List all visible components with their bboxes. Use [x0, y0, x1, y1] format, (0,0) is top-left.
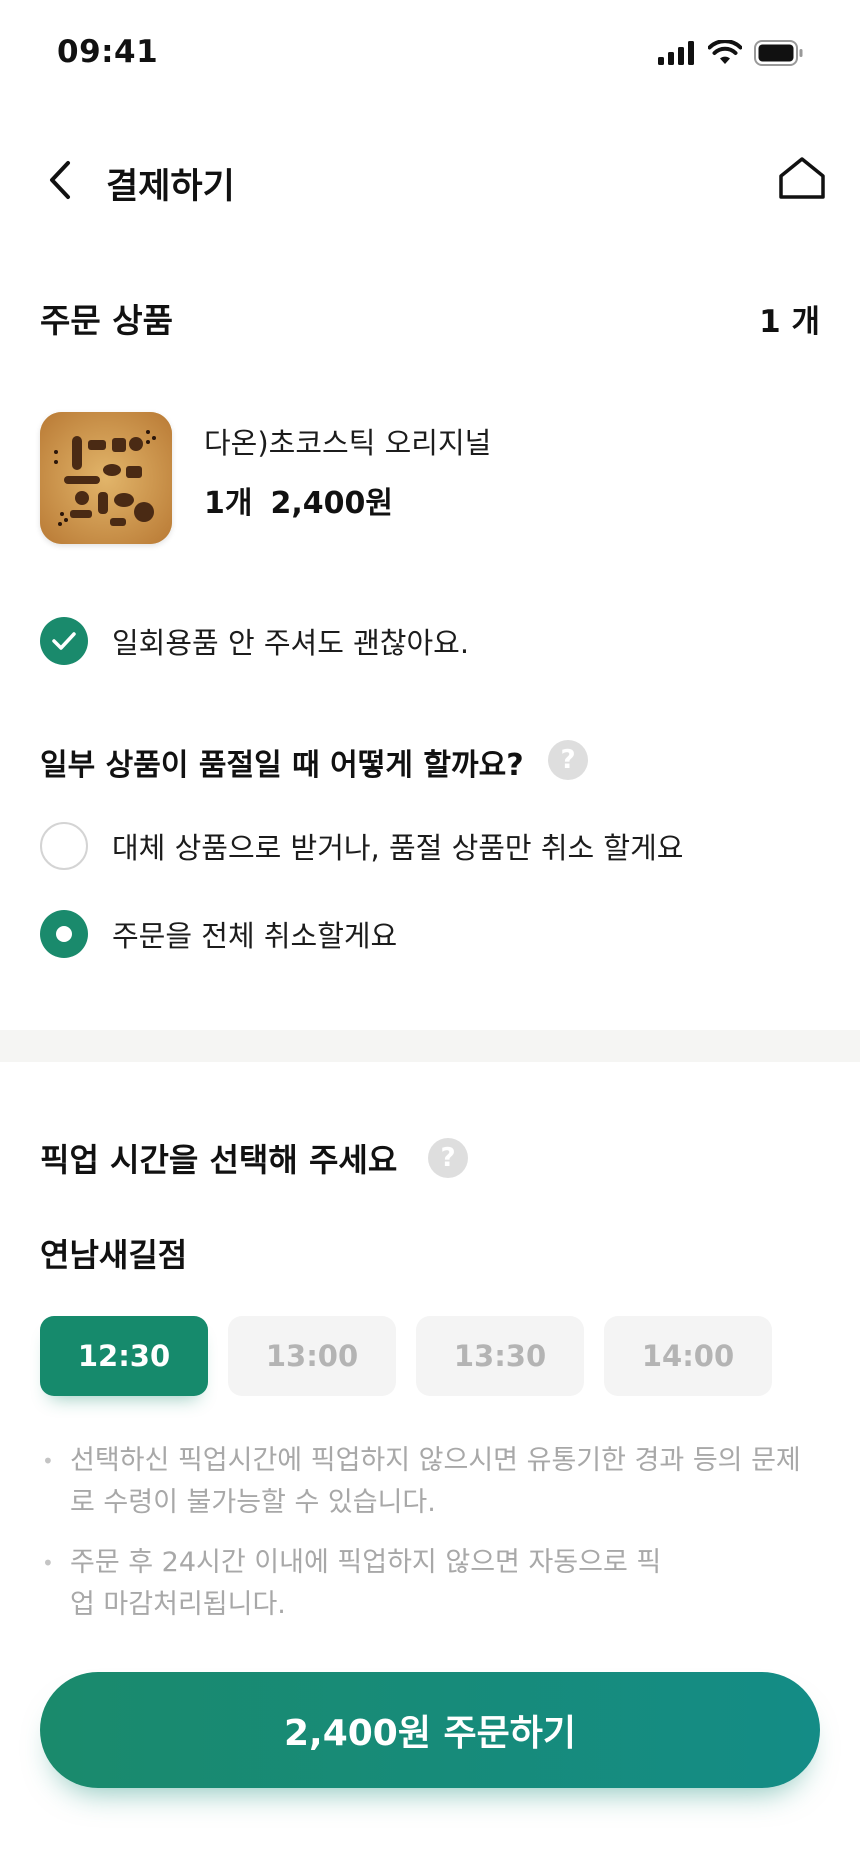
pickup-title: 픽업 시간을 선택해 주세요: [40, 1141, 398, 1179]
radio-unselected-icon: [40, 822, 88, 870]
pickup-note: 주문 후 24시간 이내에 픽업하지 않으면 자동으로 픽업 마감처리됩니다.: [40, 1542, 820, 1626]
time-slot[interactable]: 12:30: [40, 1316, 208, 1396]
wifi-icon: [708, 40, 742, 64]
product-qty: 1개: [204, 486, 253, 521]
sold-out-title: 일부 상품이 품절일 때 어떻게 할까요?: [40, 748, 524, 783]
time-slot[interactable]: 13:30: [416, 1316, 584, 1396]
time-slot-list: 12:30 13:00 13:30 14:00: [40, 1316, 772, 1396]
disposables-label: 일회용품 안 주셔도 괜찮아요.: [112, 626, 470, 660]
status-bar: 09:41: [0, 0, 860, 110]
pickup-note: 선택하신 픽업시간에 픽업하지 않으시면 유통기한 경과 등의 문제로 수령이 …: [40, 1440, 820, 1524]
status-time: 09:41: [57, 34, 159, 70]
radio-label: 대체 상품으로 받거나, 품절 상품만 취소 할게요: [112, 831, 684, 865]
order-button[interactable]: 2,400원 주문하기: [40, 1672, 820, 1788]
order-item-count: 1 개: [759, 304, 820, 340]
radio-label: 주문을 전체 취소할게요: [112, 919, 398, 953]
radio-selected-icon: [40, 910, 88, 958]
time-slot[interactable]: 13:00: [228, 1316, 396, 1396]
help-icon[interactable]: ?: [548, 740, 588, 780]
chevron-left-icon: [50, 161, 70, 199]
sold-out-option-cancel-all[interactable]: 주문을 전체 취소할게요: [40, 909, 397, 959]
page-title: 결제하기: [106, 167, 235, 207]
sold-out-option-partial[interactable]: 대체 상품으로 받거나, 품절 상품만 취소 할게요: [40, 821, 683, 871]
status-icons: [658, 40, 804, 66]
order-items-title: 주문 상품: [40, 301, 173, 340]
product-name: 다온)초코스틱 오리지널: [204, 426, 492, 460]
header: 결제하기: [0, 140, 860, 220]
time-slot[interactable]: 14:00: [604, 1316, 772, 1396]
checkbox-checked-icon: [40, 617, 88, 665]
product-qty-price: 1개 2,400원: [204, 478, 411, 522]
pickup-notes: 선택하신 픽업시간에 픽업하지 않으시면 유통기한 경과 등의 문제로 수령이 …: [40, 1440, 820, 1644]
help-icon[interactable]: ?: [428, 1138, 468, 1178]
back-button[interactable]: [38, 154, 82, 206]
store-name: 연남새길점: [40, 1236, 188, 1274]
cellular-signal-icon: [658, 41, 694, 65]
home-icon: [779, 157, 825, 199]
section-divider: [0, 1030, 860, 1062]
home-button[interactable]: [774, 150, 830, 206]
disposables-checkbox[interactable]: 일회용품 안 주셔도 괜찮아요.: [40, 616, 469, 666]
product-image: [40, 412, 172, 544]
battery-icon: [754, 40, 803, 66]
product-price: 2,400원: [270, 486, 393, 521]
